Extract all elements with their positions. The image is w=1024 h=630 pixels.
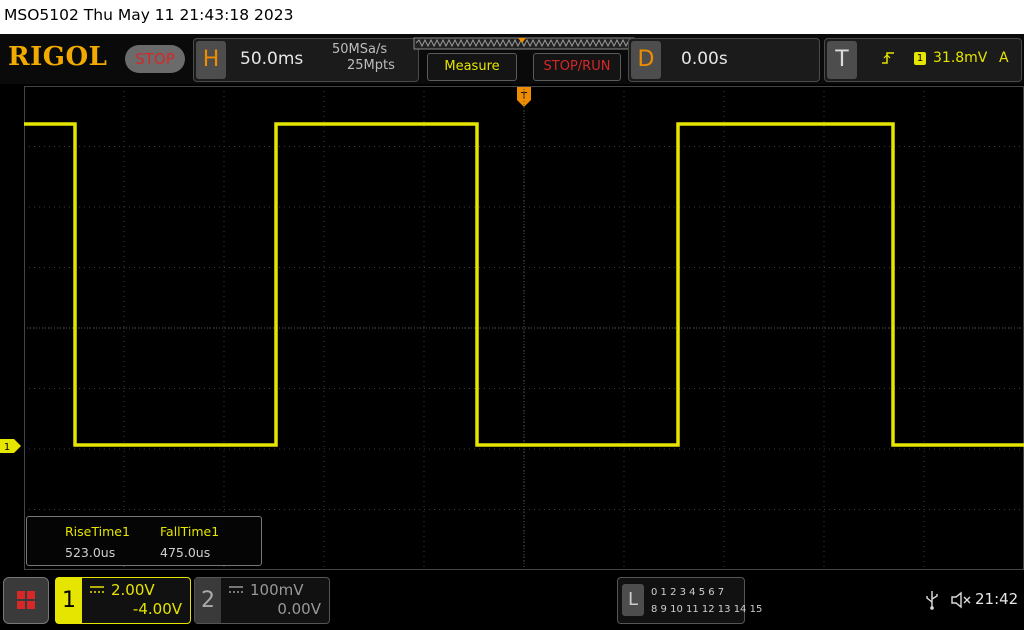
svg-text:1: 1: [4, 442, 10, 453]
grid-menu-icon: [17, 591, 35, 609]
channel-2-panel[interactable]: 2 100mV 0.00V: [194, 577, 330, 624]
trigger-mode: A: [999, 50, 1009, 66]
measurement-panel[interactable]: RiseTime1 FallTime1 523.0us 475.0us: [26, 516, 262, 566]
dc-coupling-icon: [90, 586, 104, 593]
measurement-value: 523.0us: [65, 545, 116, 560]
logic-analyzer-panel[interactable]: L 0 1 2 3 4 5 6 7 8 9 10 11 12 13 14 15: [617, 577, 762, 624]
trigger-letter: T: [827, 41, 857, 79]
graticule: [24, 86, 1024, 570]
channel-1-scale: 2.00V: [111, 581, 155, 599]
measurement-label: FallTime1: [160, 524, 220, 539]
channel-1-offset: -4.00V: [132, 600, 182, 618]
measurement-value: 475.0us: [160, 545, 211, 560]
waveform-display[interactable]: [24, 86, 1024, 570]
horizontal-letter: H: [196, 41, 226, 79]
speaker-muted-icon[interactable]: [950, 590, 972, 610]
la-letter: L: [622, 584, 644, 616]
window-title: MSO5102 Thu May 11 21:43:18 2023: [4, 6, 294, 24]
run-state-badge[interactable]: STOP: [125, 45, 185, 73]
sample-rate: 50MSa/s: [332, 42, 388, 57]
la-channels-row-2: 8 9 10 11 12 13 14 15: [651, 604, 763, 615]
channel-1-number: 1: [56, 578, 82, 623]
channel-1-ground-marker[interactable]: 1: [0, 439, 22, 453]
horizontal-panel[interactable]: H 50.0ms 50MSa/s 25Mpts: [193, 38, 419, 82]
trigger-panel[interactable]: T 1 31.8mV A: [824, 38, 1022, 82]
trigger-level: 31.8mV: [933, 50, 988, 66]
rigol-logo: RIGOL: [8, 42, 108, 72]
dc-coupling-icon: [229, 586, 243, 593]
waveform-overview[interactable]: [412, 36, 636, 52]
usb-icon: [926, 591, 938, 610]
memory-depth: 25Mpts: [347, 58, 395, 73]
rising-edge-icon: [882, 52, 894, 64]
trigger-source-badge: 1: [914, 52, 926, 65]
measurement-label: RiseTime1: [65, 524, 130, 539]
main-menu-button[interactable]: [3, 577, 49, 624]
la-channels-row-1: 0 1 2 3 4 5 6 7: [651, 587, 725, 598]
channel-2-scale: 100mV: [250, 581, 304, 599]
channel-1-panel[interactable]: 1 2.00V -4.00V: [55, 577, 191, 624]
clock: 21:42: [975, 590, 1019, 608]
delay-letter: D: [631, 41, 661, 79]
channel-2-number: 2: [195, 578, 221, 623]
delay-value: 0.00s: [681, 49, 728, 69]
delay-panel[interactable]: D 0.00s: [628, 38, 820, 82]
measure-button[interactable]: Measure: [427, 53, 517, 81]
timebase-value: 50.0ms: [240, 49, 304, 69]
channel-2-offset: 0.00V: [277, 600, 321, 618]
stop-run-button[interactable]: STOP/RUN: [533, 53, 621, 81]
title-bar: MSO5102 Thu May 11 21:43:18 2023: [0, 0, 1024, 34]
